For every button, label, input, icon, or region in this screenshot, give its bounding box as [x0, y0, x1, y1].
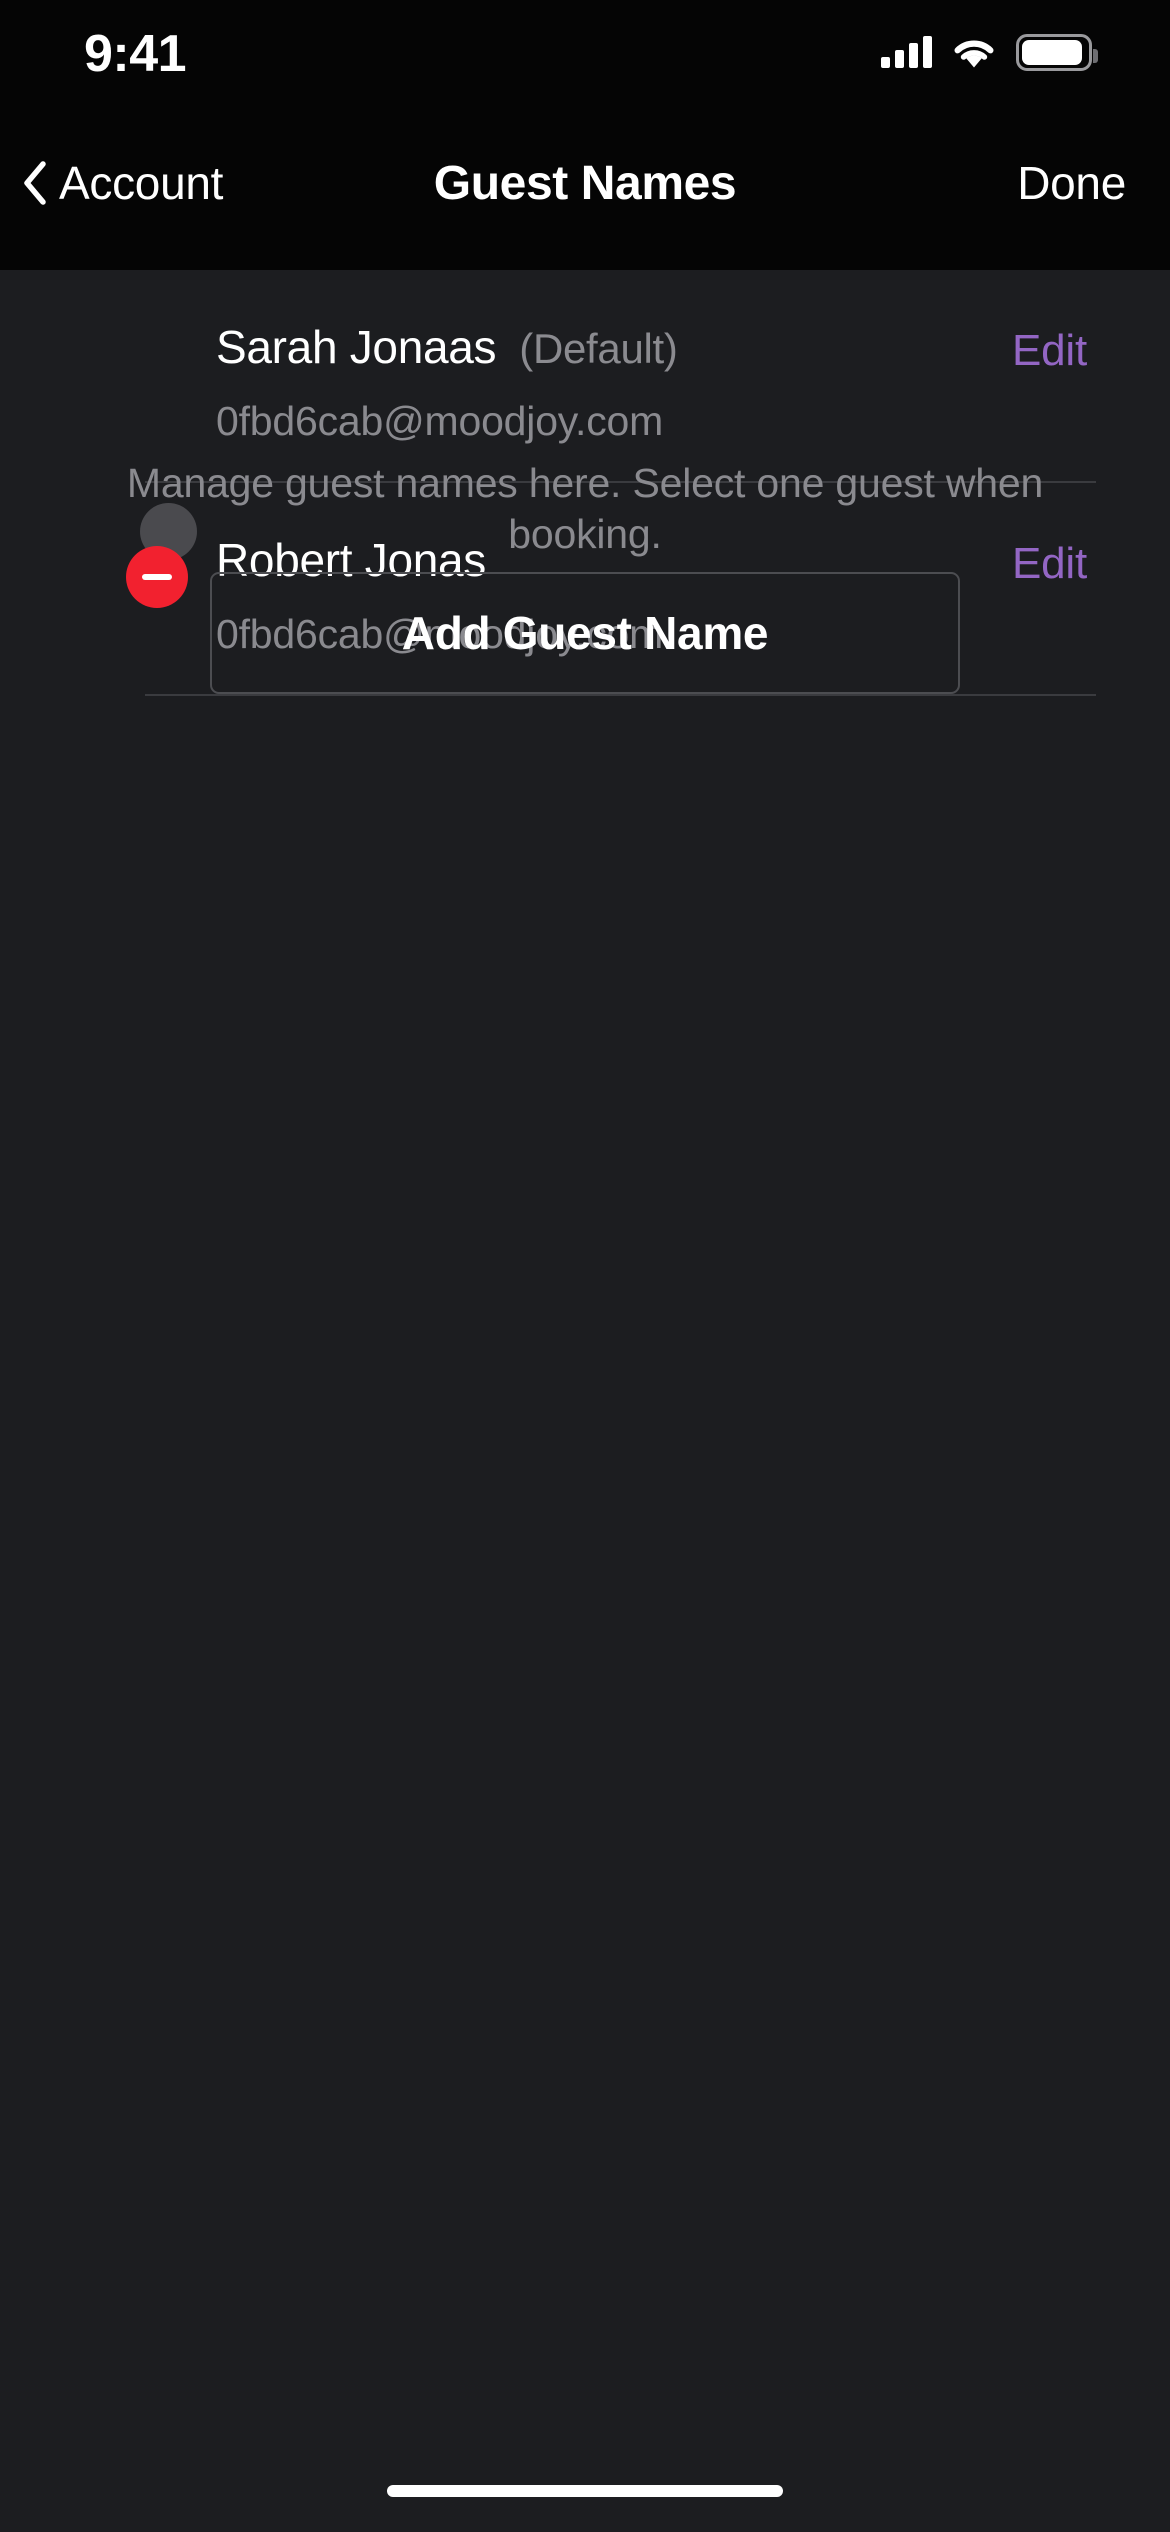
guest-name-line: Sarah Jonaas (Default)	[216, 320, 678, 374]
page-title: Guest Names	[433, 156, 737, 210]
guest-email: 0fbd6cab@moodjoy.com	[216, 398, 664, 444]
phone-screen: 9:41 Account Guest Names Done Sarah Jona…	[0, 0, 1170, 2532]
navigation-bar: Account Guest Names Done	[0, 100, 1170, 270]
done-button[interactable]: Done	[1017, 148, 1126, 218]
wifi-icon	[949, 34, 999, 70]
status-bar-time: 9:41	[84, 25, 187, 83]
status-bar: 9:41	[0, 0, 1170, 100]
helper-text: Manage guest names here. Select one gues…	[126, 460, 1044, 557]
home-indicator[interactable]	[387, 2485, 783, 2497]
cellular-signal-icon	[881, 36, 932, 68]
default-badge: (Default)	[519, 325, 678, 372]
table-row[interactable]: Sarah Jonaas (Default) 0fbd6cab@moodjoy.…	[0, 270, 1170, 483]
add-guest-name-button[interactable]: Add Guest Name	[210, 572, 960, 694]
battery-icon	[1016, 33, 1098, 71]
guest-list-container: Sarah Jonaas (Default) 0fbd6cab@moodjoy.…	[0, 270, 1170, 2532]
row-separator	[145, 694, 1096, 696]
status-bar-indicators	[881, 30, 1098, 74]
edit-button[interactable]: Edit	[1012, 326, 1087, 376]
guest-name: Sarah Jonaas	[216, 321, 497, 373]
